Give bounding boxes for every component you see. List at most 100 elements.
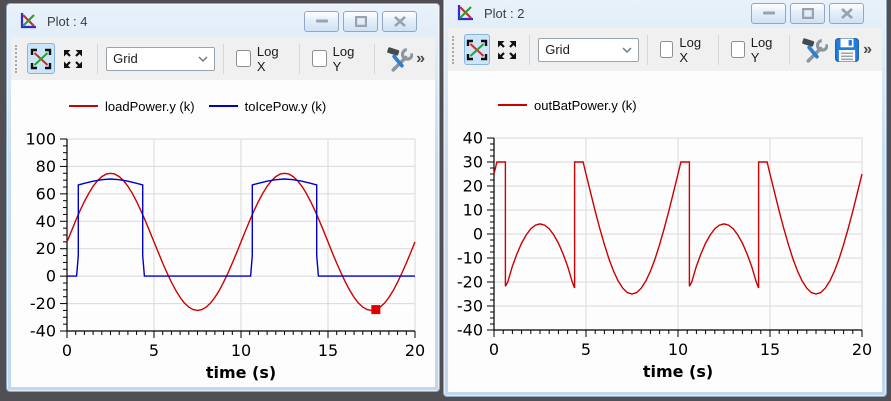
checkbox-box <box>236 50 251 67</box>
log-y-label: Log Y <box>333 44 363 74</box>
setup-tools-icon <box>801 36 828 63</box>
setup-button[interactable] <box>800 34 829 65</box>
fit-in-view-button[interactable] <box>27 43 55 74</box>
log-y-checkbox[interactable]: Log Y <box>312 44 363 74</box>
svg-text:5: 5 <box>149 341 159 360</box>
close-button[interactable] <box>829 3 864 24</box>
svg-text:100: 100 <box>25 130 56 149</box>
chevron-down-icon <box>198 56 208 62</box>
minimize-button[interactable] <box>751 3 786 24</box>
svg-text:0: 0 <box>62 341 72 360</box>
chart-canvas[interactable]: 05101520403020100-10-20-30-40time (s) <box>446 125 884 393</box>
toolbar-drag-handle[interactable] <box>15 45 21 73</box>
toolbar-drag-handle[interactable] <box>452 36 458 64</box>
plot-window-4: Plot : 4 <box>6 3 440 392</box>
toolbar-overflow-button[interactable]: » <box>416 50 425 68</box>
svg-text:-40: -40 <box>457 321 483 340</box>
svg-text:30: 30 <box>463 153 483 172</box>
legend-label: outBatPower.y (k) <box>534 98 637 113</box>
plot-window-2: Plot : 2 <box>443 0 887 397</box>
svg-text:-20: -20 <box>457 273 483 292</box>
svg-text:0: 0 <box>489 340 499 359</box>
svg-text:0: 0 <box>473 225 483 244</box>
log-x-checkbox[interactable]: Log X <box>660 35 707 65</box>
toolbar-separator <box>789 35 790 65</box>
svg-text:10: 10 <box>231 341 251 360</box>
grid-dropdown-value: Grid <box>545 42 570 57</box>
plot-toolbar: Grid Log X Log Y <box>448 28 882 72</box>
fit-in-view-icon <box>30 48 52 70</box>
svg-text:40: 40 <box>36 212 56 231</box>
titlebar[interactable]: Plot : 4 <box>11 6 435 36</box>
svg-text:5: 5 <box>581 340 591 359</box>
minimize-button[interactable] <box>304 11 339 32</box>
close-icon <box>841 8 853 19</box>
svg-text:20: 20 <box>405 341 425 360</box>
plot-window-icon <box>456 4 474 22</box>
minimize-icon <box>316 19 328 23</box>
grid-dropdown[interactable]: Grid <box>106 47 215 71</box>
svg-text:15: 15 <box>318 341 338 360</box>
maximize-button[interactable] <box>790 3 825 24</box>
legend-line-sample <box>498 104 527 106</box>
close-button[interactable] <box>382 11 417 32</box>
setup-button[interactable] <box>385 43 414 74</box>
legend-item: loadPower.y (k) <box>69 99 195 114</box>
svg-text:-10: -10 <box>457 249 483 268</box>
svg-text:0: 0 <box>46 267 56 286</box>
legend-line-sample <box>209 105 238 107</box>
grid-dropdown-value: Grid <box>113 51 138 66</box>
window-title: Plot : 2 <box>484 6 524 21</box>
svg-text:-20: -20 <box>30 294 56 313</box>
toolbar-separator <box>299 44 300 74</box>
save-button[interactable] <box>833 34 861 65</box>
svg-text:10: 10 <box>668 340 688 359</box>
svg-text:60: 60 <box>36 184 56 203</box>
log-x-checkbox[interactable]: Log X <box>236 44 287 74</box>
pan-button[interactable] <box>494 34 520 65</box>
maximize-button[interactable] <box>343 11 378 32</box>
legend-line-sample <box>69 105 98 107</box>
titlebar[interactable]: Plot : 2 <box>448 0 882 27</box>
svg-text:20: 20 <box>36 239 56 258</box>
minimize-icon <box>763 11 775 15</box>
log-y-label: Log Y <box>751 35 778 65</box>
legend-label: loadPower.y (k) <box>105 99 195 114</box>
pan-button[interactable] <box>59 43 87 74</box>
toolbar-separator <box>223 44 224 74</box>
log-x-label: Log X <box>679 35 706 65</box>
toolbar-separator <box>374 44 375 74</box>
toolbar-separator <box>529 35 530 65</box>
legend-label: toIcePow.y (k) <box>245 99 327 114</box>
save-icon <box>834 37 860 63</box>
plot-toolbar: Grid Log X Log Y » <box>11 37 435 81</box>
fit-in-view-icon <box>466 39 488 61</box>
svg-text:-40: -40 <box>30 322 56 341</box>
pan-arrows-icon <box>496 39 518 61</box>
plot-window-icon <box>19 12 37 30</box>
svg-text:40: 40 <box>463 129 483 148</box>
fit-in-view-button[interactable] <box>464 34 490 65</box>
log-x-label: Log X <box>257 44 287 74</box>
svg-text:20: 20 <box>852 340 872 359</box>
checkbox-box <box>660 41 674 58</box>
svg-text:20: 20 <box>463 177 483 196</box>
legend-item: toIcePow.y (k) <box>209 99 327 114</box>
chart-canvas[interactable]: 0 5 10 15 20 100 80 60 40 20 0 -20 -40 time (s) <box>9 126 433 394</box>
grid-dropdown[interactable]: Grid <box>538 38 639 62</box>
pan-arrows-icon <box>62 48 84 70</box>
checkbox-box <box>312 50 327 67</box>
svg-text:80: 80 <box>36 157 56 176</box>
toolbar-separator <box>718 35 719 65</box>
toolbar-overflow-button[interactable]: » <box>863 41 872 59</box>
log-y-checkbox[interactable]: Log Y <box>731 35 777 65</box>
window-title: Plot : 4 <box>47 14 87 29</box>
svg-text:time (s): time (s) <box>206 363 276 382</box>
svg-text:15: 15 <box>760 340 780 359</box>
maximize-icon <box>355 16 367 27</box>
legend: outBatPower.y (k) <box>498 97 637 113</box>
svg-text:time (s): time (s) <box>643 362 713 381</box>
svg-text:-30: -30 <box>457 297 483 316</box>
toolbar-separator <box>97 44 98 74</box>
setup-tools-icon <box>386 45 413 72</box>
